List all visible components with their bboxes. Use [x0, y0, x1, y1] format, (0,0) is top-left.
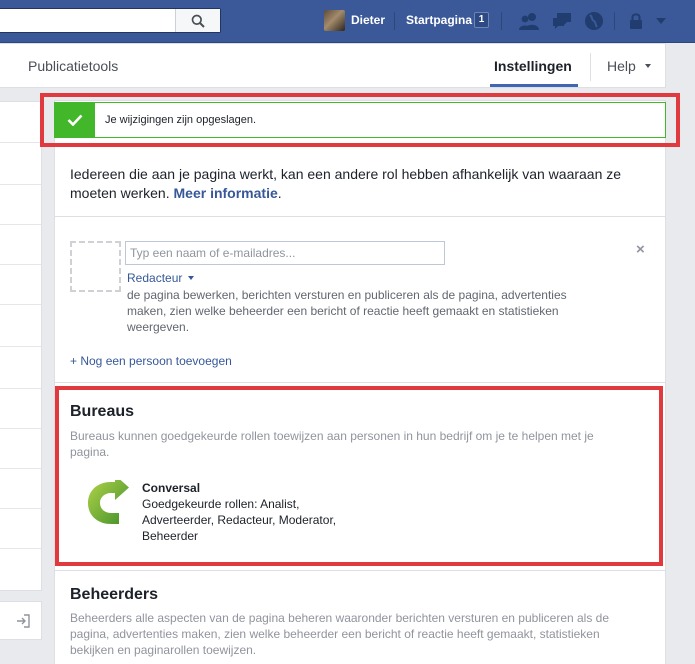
sidebar-divider	[0, 468, 41, 469]
admins-title: Beheerders	[70, 586, 159, 603]
search-icon	[191, 14, 205, 28]
avatar[interactable]	[324, 10, 345, 31]
divider	[394, 12, 395, 30]
sidebar-divider	[0, 548, 41, 549]
search-button[interactable]	[175, 9, 220, 32]
name-email-input[interactable]	[125, 241, 445, 265]
login-icon[interactable]	[16, 614, 30, 628]
sidebar-footer	[0, 601, 42, 640]
home-link[interactable]: Startpagina	[406, 13, 472, 27]
settings-sidebar	[0, 101, 42, 591]
page-subnav: Publicatietools Instellingen Help	[0, 43, 666, 88]
section-divider	[55, 570, 665, 571]
help-label: Help	[607, 58, 636, 74]
top-bar: Dieter Startpagina 1	[0, 0, 695, 43]
globe-icon[interactable]	[584, 11, 604, 31]
roles-intro: Iedereen die aan je pagina werkt, kan ee…	[70, 165, 650, 203]
agency-name[interactable]: Conversal	[142, 481, 200, 495]
tab-publishing-tools[interactable]: Publicatietools	[28, 58, 118, 74]
sidebar-divider	[0, 264, 41, 265]
agencies-title: Bureaus	[70, 403, 135, 420]
success-badge	[55, 103, 95, 137]
add-another-person-link[interactable]: + Nog een persoon toevoegen	[70, 354, 232, 368]
divider	[614, 12, 615, 30]
more-info-link[interactable]: Meer informatie	[174, 185, 278, 201]
chevron-down-icon	[187, 276, 194, 280]
section-divider	[55, 382, 665, 383]
agencies-description: Bureaus kunnen goedgekeurde rollen toewi…	[70, 429, 594, 459]
section-divider	[55, 216, 665, 217]
success-message: Je wijzigingen zijn opgeslagen.	[105, 114, 257, 126]
messages-icon[interactable]	[551, 11, 573, 31]
sidebar-divider	[0, 508, 41, 509]
divider	[501, 12, 502, 30]
sidebar-divider	[0, 346, 41, 347]
home-count-badge: 1	[474, 12, 489, 28]
chevron-down-icon[interactable]	[655, 17, 667, 25]
profile-link[interactable]: Dieter	[351, 13, 385, 27]
sidebar-divider	[0, 304, 41, 305]
sidebar-divider	[0, 388, 41, 389]
checkmark-icon	[67, 114, 83, 126]
role-selected-label: Redacteur	[127, 271, 183, 285]
friends-icon[interactable]	[518, 11, 540, 31]
search-box	[0, 8, 221, 33]
admins-description: Beheerders alle aspecten van de pagina b…	[70, 611, 610, 657]
intro-text: Iedereen die aan je pagina werkt, kan ee…	[70, 166, 622, 201]
success-notice: Je wijzigingen zijn opgeslagen.	[54, 102, 666, 138]
sidebar-divider	[0, 224, 41, 225]
person-photo-placeholder	[70, 241, 121, 292]
divider	[590, 53, 591, 81]
agency-approved-roles: Goedgekeurde rollen: Analist, Adverteerd…	[142, 497, 337, 543]
sidebar-divider	[0, 142, 41, 143]
sidebar-divider	[0, 428, 41, 429]
role-description: de pagina bewerken, berichten versturen …	[127, 288, 567, 334]
conversal-logo[interactable]	[85, 480, 131, 526]
intro-end: .	[277, 185, 282, 201]
chevron-down-icon	[644, 64, 651, 68]
sidebar-divider	[0, 184, 41, 185]
lock-icon[interactable]	[628, 11, 644, 31]
remove-person-button[interactable]: ×	[636, 241, 645, 258]
active-tab-indicator	[490, 84, 578, 87]
tab-settings[interactable]: Instellingen	[494, 58, 572, 74]
help-menu[interactable]: Help	[607, 58, 652, 74]
search-input[interactable]	[0, 9, 176, 32]
role-dropdown[interactable]: Redacteur	[127, 271, 194, 285]
